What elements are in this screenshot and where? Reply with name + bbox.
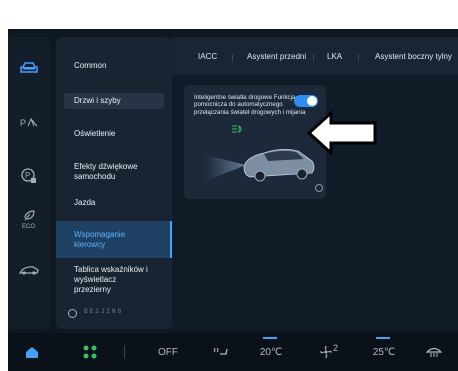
tab-iacc[interactable]: IACC bbox=[198, 52, 217, 61]
info-icon bbox=[68, 309, 77, 318]
menu-item-label: Efekty dźwiękowe samochodu bbox=[74, 162, 138, 181]
menu-item-doors-windows[interactable]: Drzwi i szyby bbox=[64, 93, 164, 109]
menu-item-label: Wspomaganie kierowcy bbox=[74, 230, 126, 249]
parking-icon[interactable]: P bbox=[17, 165, 41, 187]
tab-separator bbox=[358, 54, 359, 61]
menu-item-driving[interactable]: Jazda bbox=[56, 198, 172, 208]
left-icon-rail: P P ECO bbox=[8, 37, 50, 329]
smart-high-beam-card: Inteligentne światła drogowe Funkcja pom… bbox=[184, 85, 326, 199]
fan-level: 2 bbox=[332, 343, 338, 353]
home-icon[interactable] bbox=[20, 333, 44, 371]
menu-item-label: Jazda bbox=[74, 198, 96, 207]
svg-text:ECO: ECO bbox=[22, 224, 35, 230]
infotainment-screen: P P ECO Common Drzwi i szyby Oświetlenie… bbox=[8, 29, 458, 371]
svg-text:P: P bbox=[20, 118, 26, 127]
high-beam-icon bbox=[232, 125, 242, 133]
menu-item-sound-effects[interactable]: Efekty dźwiękowe samochodu bbox=[56, 162, 156, 182]
car-icon[interactable] bbox=[17, 57, 41, 79]
tab-separator bbox=[313, 54, 314, 61]
temp-left[interactable]: 20℃ bbox=[256, 333, 286, 371]
menu-item-driver-assist[interactable]: Wspomaganie kierowcy bbox=[56, 221, 172, 258]
bottom-divider bbox=[124, 345, 125, 359]
apps-icon[interactable] bbox=[78, 333, 102, 371]
menu-item-label: Tablica wskaźników i wyświetlacz przezie… bbox=[74, 265, 148, 294]
svg-text:P: P bbox=[25, 171, 30, 180]
fan-speed-control[interactable]: 2 bbox=[314, 333, 344, 371]
info-icon[interactable] bbox=[315, 184, 323, 192]
menu-item-label: Oświetlenie bbox=[74, 129, 116, 138]
brand-logo: BEIJING bbox=[84, 308, 124, 315]
content-panel: IACC Asystent przedni LKA Asystent boczn… bbox=[172, 37, 458, 329]
callout-arrow-icon bbox=[307, 111, 377, 155]
car-illustration bbox=[206, 149, 315, 182]
tab-rear-side-assist[interactable]: Asystent boczny tylny bbox=[375, 52, 452, 61]
temp-right[interactable]: 25℃ bbox=[369, 333, 399, 371]
toggle-knob bbox=[307, 96, 317, 106]
tab-lka[interactable]: LKA bbox=[327, 52, 342, 61]
menu-item-label: Drzwi i szyby bbox=[74, 96, 121, 105]
settings-menu: Common Drzwi i szyby Oświetlenie Efekty … bbox=[56, 37, 172, 329]
smart-high-beam-description: Inteligentne światła drogowe Funkcja pom… bbox=[194, 94, 306, 116]
seat-heat-icon[interactable] bbox=[208, 333, 232, 371]
tab-front-assist[interactable]: Asystent przedni bbox=[247, 52, 306, 61]
climate-status[interactable]: OFF bbox=[154, 333, 182, 371]
tab-separator bbox=[232, 54, 233, 61]
menu-item-label: Common bbox=[74, 61, 107, 70]
bottom-bar: OFF 20℃ 2 25℃ bbox=[8, 333, 458, 371]
menu-item-instrument-hud[interactable]: Tablica wskaźników i wyświetlacz przezie… bbox=[56, 265, 152, 295]
rear-defrost-icon[interactable] bbox=[422, 333, 446, 371]
menu-item-common[interactable]: Common bbox=[56, 61, 172, 71]
car-body-icon[interactable] bbox=[17, 259, 41, 281]
fan-icon bbox=[320, 346, 332, 358]
eco-icon[interactable]: ECO bbox=[17, 209, 41, 231]
smart-high-beam-toggle[interactable] bbox=[294, 95, 318, 107]
tab-bar: IACC Asystent przedni LKA Asystent boczn… bbox=[172, 37, 458, 75]
menu-item-lighting[interactable]: Oświetlenie bbox=[56, 129, 172, 139]
p-assist-icon[interactable]: P bbox=[17, 111, 41, 133]
